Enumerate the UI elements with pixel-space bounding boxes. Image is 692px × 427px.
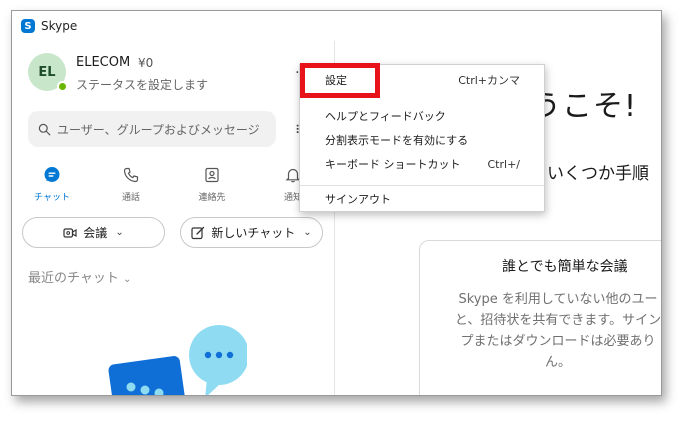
menu-item-shortcut: Ctrl+カンマ [458, 74, 520, 87]
menu-divider [300, 185, 544, 186]
menu-item-help-feedback[interactable]: ヘルプとフィードバック [300, 105, 544, 127]
tab-contacts-label: 連絡先 [198, 193, 226, 203]
menu-item-label: 分割表示モードを有効にする [325, 134, 469, 147]
card-title: 誰とでも簡単な会議 [502, 259, 628, 275]
phone-icon [121, 165, 141, 185]
menu-item-label: キーボード ショートカット [325, 158, 461, 171]
chevron-down-icon: ⌄ [123, 274, 132, 285]
window-title: Skype [41, 19, 78, 33]
chevron-down-icon: ⌄ [115, 227, 124, 238]
contacts-icon [202, 165, 222, 185]
search-placeholder: ユーザー、グループおよびメッセージ [57, 122, 260, 137]
chat-bubbles-illustration-icon [108, 325, 247, 395]
menu-item-label: サインアウト [325, 193, 391, 206]
card-body-line: Skype を利用していない他のユー [458, 292, 658, 307]
left-pane: EL ELECOM ¥0 ステータスを設定します … ユーザー、グループおよびメ… [12, 41, 334, 395]
skype-logo-icon: S [21, 19, 35, 33]
video-icon [63, 227, 77, 238]
menu-item-split-view[interactable]: 分割表示モードを有効にする [300, 129, 544, 151]
tab-chat-label: チャット [34, 193, 70, 203]
tab-chat[interactable]: チャット [22, 161, 82, 211]
compose-icon [191, 226, 205, 239]
tab-calls-label: 通話 [121, 193, 140, 203]
recent-chats-label: 最近のチャット [28, 271, 119, 286]
getting-started-subtitle: いくつか手順 [547, 164, 649, 184]
card-body-line: ん。 [544, 355, 571, 370]
search-input[interactable]: ユーザー、グループおよびメッセージ [28, 111, 276, 147]
search-icon [38, 123, 51, 135]
menu-item-label: ヘルプとフィードバック [325, 110, 446, 123]
title-bar: S Skype [12, 11, 661, 41]
card-body: Skype を利用していない他のユー と、招待状を共有できます。サイン プまたは… [438, 289, 662, 373]
profile-name[interactable]: ELECOM [76, 55, 130, 70]
highlight-box [300, 63, 380, 98]
welcome-heading: うこそ! [531, 89, 638, 124]
chat-icon [42, 165, 62, 185]
meeting-button-label: 会議 [83, 226, 108, 240]
presence-dot-icon [57, 81, 68, 92]
new-chat-button-label: 新しいチャット [211, 226, 296, 240]
new-chat-button[interactable]: 新しいチャット ⌄ [180, 217, 323, 248]
menu-item-keyboard-shortcuts[interactable]: キーボード ショートカット Ctrl+/ [300, 153, 544, 175]
card-body-line: と、招待状を共有できます。サイン [454, 313, 662, 328]
meeting-button[interactable]: 会議 ⌄ [22, 217, 165, 248]
chevron-down-icon: ⌄ [303, 227, 312, 238]
nav-tabs: チャット 通話 連絡先 通知 [12, 161, 334, 211]
tab-contacts[interactable]: 連絡先 [182, 161, 242, 211]
menu-item-shortcut: Ctrl+/ [487, 157, 521, 171]
skype-credit[interactable]: ¥0 [138, 56, 153, 70]
menu-item-sign-out[interactable]: サインアウト [300, 188, 544, 210]
recent-chats-filter[interactable]: 最近のチャット ⌄ [28, 267, 131, 286]
tab-calls[interactable]: 通話 [101, 161, 161, 211]
set-status-link[interactable]: ステータスを設定します [76, 76, 208, 93]
meeting-card[interactable]: 誰とでも簡単な会議 Skype を利用していない他のユー と、招待状を共有できま… [419, 240, 662, 395]
card-body-line: プまたはダウンロードは必要あり [460, 334, 656, 349]
